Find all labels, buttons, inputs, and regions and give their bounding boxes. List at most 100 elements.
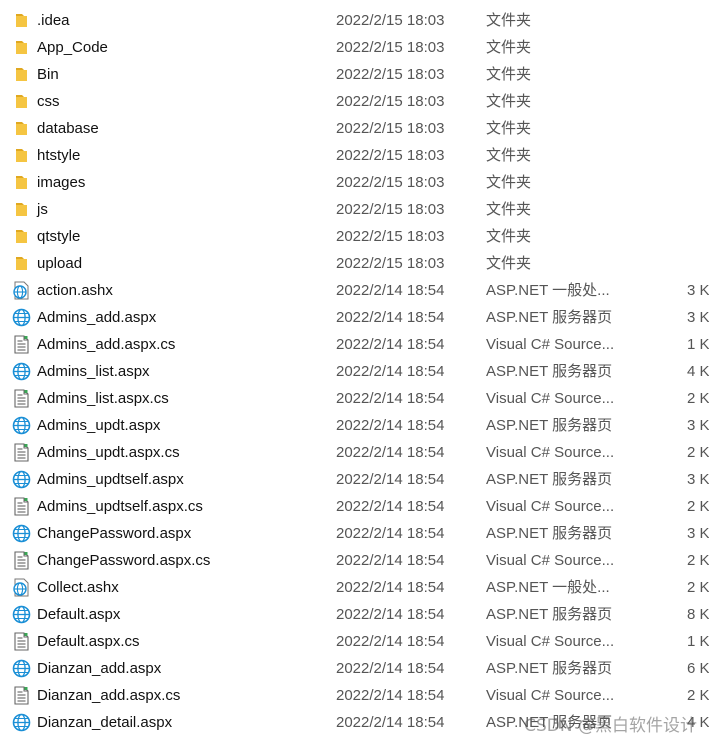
- file-type: 文件夹: [486, 120, 532, 137]
- aspx-file-icon: [12, 416, 31, 435]
- cs-file-icon: [12, 551, 31, 570]
- file-name: Admins_list.aspx.cs: [37, 390, 169, 407]
- file-row[interactable]: qtstyle 2022/2/15 18:03 文件夹: [0, 223, 709, 250]
- file-date-modified: 2022/2/14 18:54: [336, 417, 445, 434]
- folder-icon: [12, 11, 31, 30]
- file-type: Visual C# Source...: [486, 552, 615, 569]
- file-date-modified: 2022/2/15 18:03: [336, 255, 445, 272]
- folder-icon: [12, 146, 31, 165]
- file-name: .idea: [37, 12, 70, 29]
- file-date-modified: 2022/2/15 18:03: [336, 39, 445, 56]
- file-type: ASP.NET 服务器页: [486, 363, 613, 380]
- file-type: 文件夹: [486, 201, 532, 218]
- aspx-file-icon: [12, 524, 31, 543]
- cs-file-icon: [12, 497, 31, 516]
- file-row[interactable]: ChangePassword.aspx 2022/2/14 18:54 ASP.NE…: [0, 520, 709, 547]
- file-row[interactable]: htstyle 2022/2/15 18:03 文件夹: [0, 142, 709, 169]
- file-row[interactable]: Admins_updt.aspx 2022/2/14 18:54 ASP.NET 服…: [0, 412, 709, 439]
- file-row[interactable]: Collect.ashx 2022/2/14 18:54 ASP.NET 一般处..…: [0, 574, 709, 601]
- file-type: Visual C# Source...: [486, 336, 615, 353]
- file-name: Default.aspx.cs: [37, 633, 140, 650]
- file-date-modified: 2022/2/14 18:54: [336, 336, 445, 353]
- file-date-modified: 2022/2/14 18:54: [336, 444, 445, 461]
- file-size: 1 K: [687, 633, 709, 650]
- file-type: ASP.NET 服务器页: [486, 714, 613, 731]
- file-type: 文件夹: [486, 39, 532, 56]
- file-row[interactable]: action.ashx 2022/2/14 18:54 ASP.NET 一般处...…: [0, 277, 709, 304]
- file-row[interactable]: js 2022/2/15 18:03 文件夹: [0, 196, 709, 223]
- file-size: 2 K: [687, 687, 709, 704]
- file-row[interactable]: Dianzan_add.aspx 2022/2/14 18:54 ASP.NET 服…: [0, 655, 709, 682]
- file-name: Admins_updtself.aspx.cs: [37, 498, 203, 515]
- file-date-modified: 2022/2/14 18:54: [336, 633, 445, 650]
- file-row[interactable]: Admins_list.aspx.cs 2022/2/14 18:54 Visual…: [0, 385, 709, 412]
- file-list: .idea 2022/2/15 18:03 文件夹 App_Code 2022/2/15…: [0, 7, 709, 736]
- file-row[interactable]: Admins_updtself.aspx.cs 2022/2/14 18:54 Vi…: [0, 493, 709, 520]
- folder-icon: [12, 200, 31, 219]
- file-row[interactable]: Dianzan_detail.aspx 2022/2/14 18:54 ASP.NE…: [0, 709, 709, 736]
- file-name: ChangePassword.aspx.cs: [37, 552, 211, 569]
- file-name: Default.aspx: [37, 606, 121, 623]
- file-date-modified: 2022/2/15 18:03: [336, 120, 445, 137]
- file-type: ASP.NET 服务器页: [486, 417, 613, 434]
- file-date-modified: 2022/2/14 18:54: [336, 606, 445, 623]
- file-row[interactable]: Default.aspx.cs 2022/2/14 18:54 Visual C# …: [0, 628, 709, 655]
- file-type: ASP.NET 一般处...: [486, 579, 610, 596]
- file-type: Visual C# Source...: [486, 498, 615, 515]
- file-row[interactable]: ChangePassword.aspx.cs 2022/2/14 18:54 Vis…: [0, 547, 709, 574]
- cs-file-icon: [12, 443, 31, 462]
- file-row[interactable]: App_Code 2022/2/15 18:03 文件夹: [0, 34, 709, 61]
- file-name: database: [37, 120, 99, 137]
- file-size: 2 K: [687, 552, 709, 569]
- file-name: Admins_updtself.aspx: [37, 471, 184, 488]
- cs-file-icon: [12, 335, 31, 354]
- file-date-modified: 2022/2/14 18:54: [336, 552, 445, 569]
- folder-icon: [12, 173, 31, 192]
- file-row[interactable]: Admins_updt.aspx.cs 2022/2/14 18:54 Visual…: [0, 439, 709, 466]
- file-name: ChangePassword.aspx: [37, 525, 192, 542]
- file-size: 3 K: [687, 309, 709, 326]
- file-name: Admins_add.aspx: [37, 309, 157, 326]
- file-name: Admins_add.aspx.cs: [37, 336, 176, 353]
- file-row[interactable]: upload 2022/2/15 18:03 文件夹: [0, 250, 709, 277]
- file-size: 3 K: [687, 282, 709, 299]
- file-date-modified: 2022/2/15 18:03: [336, 228, 445, 245]
- file-name: action.ashx: [37, 282, 113, 299]
- file-type: ASP.NET 服务器页: [486, 309, 613, 326]
- aspx-file-icon: [12, 362, 31, 381]
- file-row[interactable]: .idea 2022/2/15 18:03 文件夹: [0, 7, 709, 34]
- cs-file-icon: [12, 686, 31, 705]
- folder-icon: [12, 65, 31, 84]
- file-size: 1 K: [687, 336, 709, 353]
- file-date-modified: 2022/2/15 18:03: [336, 201, 445, 218]
- file-row[interactable]: Default.aspx 2022/2/14 18:54 ASP.NET 服务器页 8…: [0, 601, 709, 628]
- ashx-file-icon: [12, 578, 31, 597]
- file-size: 2 K: [687, 579, 709, 596]
- file-row[interactable]: database 2022/2/15 18:03 文件夹: [0, 115, 709, 142]
- file-name: htstyle: [37, 147, 81, 164]
- file-row[interactable]: Admins_add.aspx.cs 2022/2/14 18:54 Visual …: [0, 331, 709, 358]
- file-row[interactable]: Admins_updtself.aspx 2022/2/14 18:54 ASP.N…: [0, 466, 709, 493]
- file-row[interactable]: Admins_add.aspx 2022/2/14 18:54 ASP.NET 服务…: [0, 304, 709, 331]
- aspx-file-icon: [12, 659, 31, 678]
- file-date-modified: 2022/2/14 18:54: [336, 498, 445, 515]
- file-name: Bin: [37, 66, 59, 83]
- file-date-modified: 2022/2/15 18:03: [336, 12, 445, 29]
- file-row[interactable]: images 2022/2/15 18:03 文件夹: [0, 169, 709, 196]
- file-row[interactable]: Dianzan_add.aspx.cs 2022/2/14 18:54 Visual…: [0, 682, 709, 709]
- file-size: 4 K: [687, 714, 709, 731]
- file-name: Admins_list.aspx: [37, 363, 150, 380]
- file-name: upload: [37, 255, 83, 272]
- ashx-file-icon: [12, 281, 31, 300]
- file-type: Visual C# Source...: [486, 633, 615, 650]
- file-row[interactable]: Admins_list.aspx 2022/2/14 18:54 ASP.NET 服…: [0, 358, 709, 385]
- file-date-modified: 2022/2/15 18:03: [336, 93, 445, 110]
- cs-file-icon: [12, 389, 31, 408]
- file-date-modified: 2022/2/14 18:54: [336, 309, 445, 326]
- file-date-modified: 2022/2/14 18:54: [336, 525, 445, 542]
- folder-icon: [12, 38, 31, 57]
- file-row[interactable]: Bin 2022/2/15 18:03 文件夹: [0, 61, 709, 88]
- file-size: 3 K: [687, 525, 709, 542]
- file-type: 文件夹: [486, 174, 532, 191]
- file-row[interactable]: css 2022/2/15 18:03 文件夹: [0, 88, 709, 115]
